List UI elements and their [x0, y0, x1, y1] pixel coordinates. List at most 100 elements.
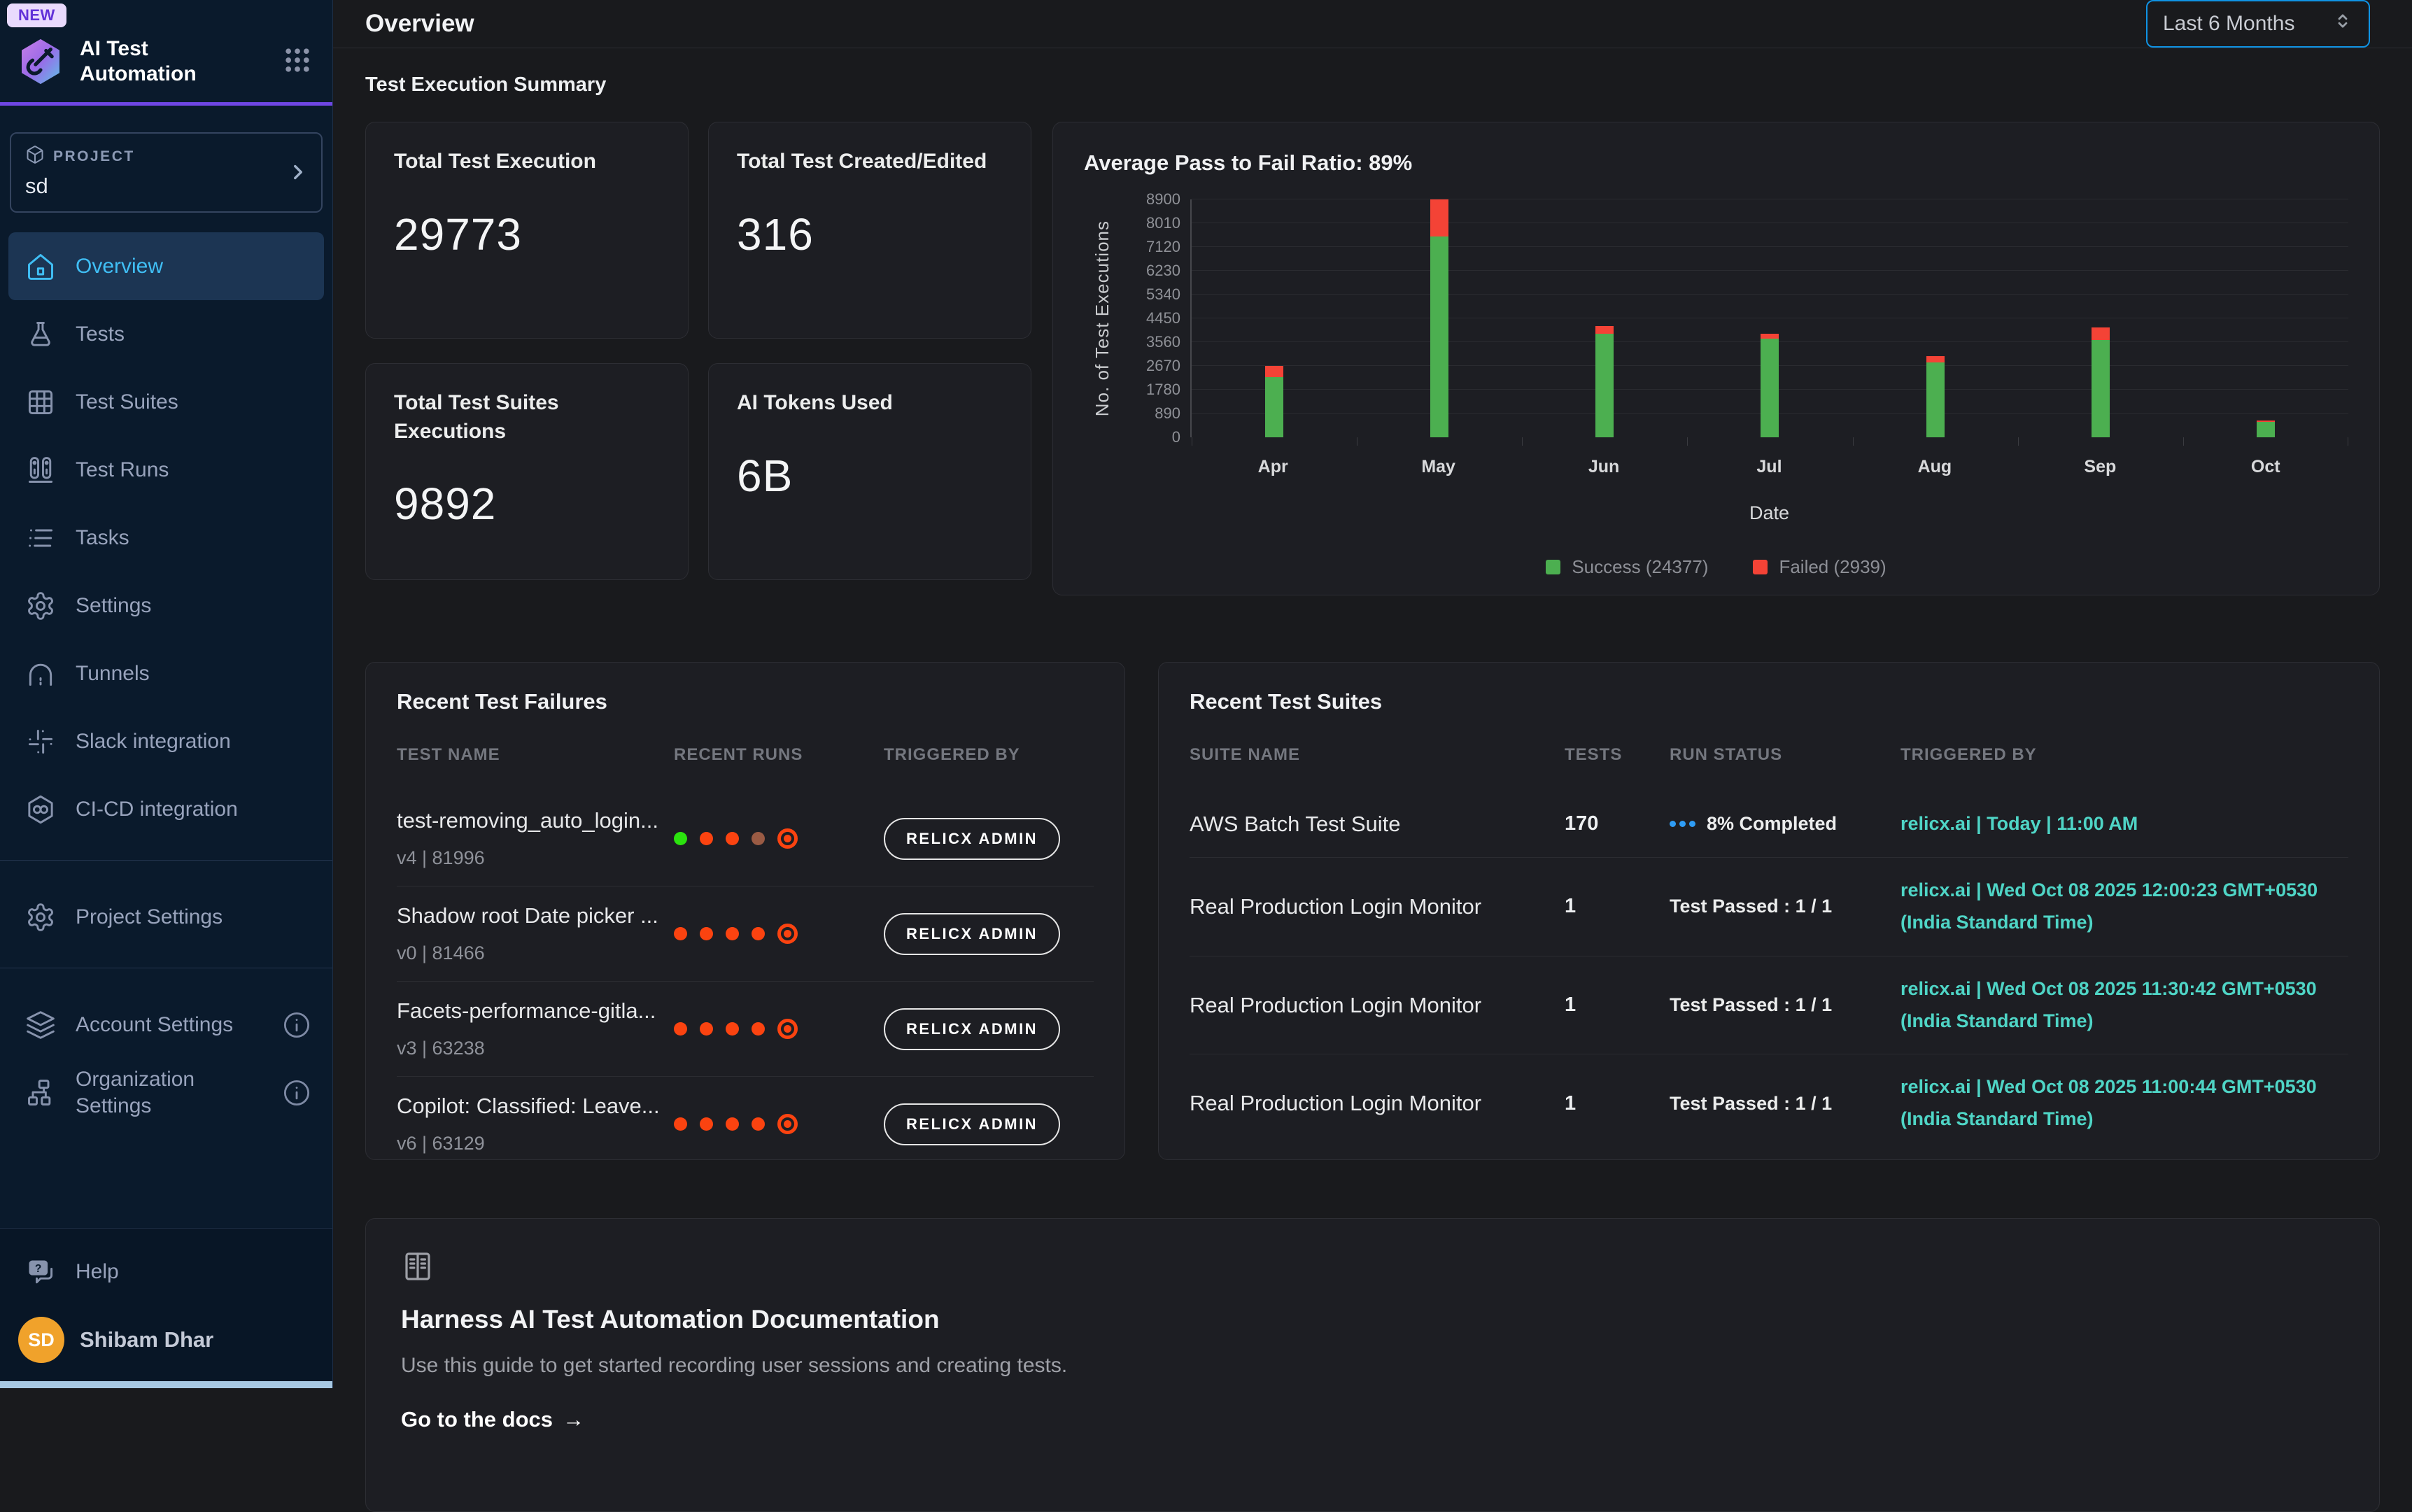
time-range-select[interactable]: Last 6 Months	[2146, 0, 2370, 48]
failure-row[interactable]: Copilot: Classified: Leave... v6 | 63129 R…	[397, 1076, 1094, 1160]
test-name-cell: test-removing_auto_login...v4 | 81996	[397, 808, 674, 869]
user-menu[interactable]: SD Shibam Dhar	[0, 1303, 332, 1377]
info-icon[interactable]	[282, 1010, 311, 1040]
test-version-id: v3 | 63238	[397, 1038, 674, 1059]
bar-failed-may[interactable]	[1430, 199, 1448, 236]
failure-row[interactable]: Shadow root Date picker ...v0 | 81466REL…	[397, 886, 1094, 981]
latest-run-indicator[interactable]	[777, 1019, 798, 1039]
project-selector[interactable]: PROJECT sd	[10, 132, 323, 213]
sidebar-item-tasks[interactable]: Tasks	[0, 504, 332, 572]
failure-row[interactable]: test-removing_auto_login...v4 | 81996 REL…	[397, 791, 1094, 886]
run-dot-red[interactable]	[674, 927, 687, 940]
go-to-docs-link[interactable]: Go to the docs →	[401, 1407, 584, 1432]
bar-success-apr[interactable]	[1265, 377, 1283, 437]
run-dot-green[interactable]	[674, 832, 687, 845]
sidebar-item-help[interactable]: ? Help	[0, 1241, 332, 1303]
suite-triggered-by[interactable]: relicx.ai | Today | 11:00 AM	[1900, 808, 2348, 840]
run-dot-red[interactable]	[752, 1022, 765, 1036]
suite-row[interactable]: Real Production Login Monitor1Test Passe…	[1190, 956, 2348, 1054]
page-title: Overview	[365, 10, 474, 38]
sidebar-item-label: Project Settings	[76, 904, 321, 931]
sidebar-item-test-suites[interactable]: Test Suites	[0, 368, 332, 436]
triggered-by-button[interactable]: RELICX ADMIN	[884, 818, 1060, 860]
sidebar-item-account-settings[interactable]: Account Settings	[0, 991, 332, 1059]
sidebar-item-slack-integration[interactable]: Slack integration	[0, 707, 332, 775]
sidebar-item-test-runs[interactable]: Test Runs	[0, 436, 332, 504]
failures-title: Recent Test Failures	[397, 689, 1094, 714]
suite-triggered-by[interactable]: relicx.ai | Wed Oct 08 2025 12:00:23 GMT…	[1900, 875, 2348, 939]
bar-failed-aug[interactable]	[1926, 356, 1945, 362]
cicd-icon	[25, 794, 56, 825]
bar-success-sep[interactable]	[2092, 340, 2110, 437]
legend-failed[interactable]: Failed (2939)	[1753, 556, 1886, 578]
run-dot-red[interactable]	[674, 1117, 687, 1131]
suite-run-status: Test Passed : 1 / 1	[1670, 896, 1900, 917]
run-dot-red[interactable]	[700, 832, 713, 845]
triggered-by-button[interactable]: RELICX ADMIN	[884, 1103, 1060, 1145]
sidebar-item-label: Tasks	[76, 525, 321, 551]
latest-run-indicator[interactable]	[777, 1114, 798, 1134]
run-dot-red[interactable]	[752, 1117, 765, 1131]
legend-success[interactable]: Success (24377)	[1546, 556, 1708, 578]
triggered-by-button[interactable]: RELICX ADMIN	[884, 913, 1060, 955]
chart-y-axis-label: No. of Test Executions	[1084, 199, 1120, 437]
test-version-id: v6 | 63129	[397, 1133, 674, 1154]
sidebar-item-tunnels[interactable]: Tunnels	[0, 640, 332, 707]
stat-card-label: Total Test Execution	[394, 148, 660, 176]
bar-failed-apr[interactable]	[1265, 366, 1283, 377]
bar-failed-jul[interactable]	[1761, 334, 1779, 339]
bar-success-jul[interactable]	[1761, 339, 1779, 437]
latest-run-indicator[interactable]	[777, 828, 798, 849]
run-dot-red[interactable]	[726, 927, 739, 940]
sidebar-item-settings[interactable]: Settings	[0, 572, 332, 640]
latest-run-indicator[interactable]	[777, 924, 798, 944]
bar-failed-sep[interactable]	[2092, 327, 2110, 341]
sidebar-item-overview[interactable]: Overview	[8, 232, 324, 300]
failure-row[interactable]: Facets-performance-gitla...v3 | 63238REL…	[397, 981, 1094, 1076]
bar-success-oct[interactable]	[2257, 422, 2275, 437]
y-tick-label: 4450	[1146, 309, 1180, 327]
bar-success-aug[interactable]	[1926, 362, 1945, 437]
suite-row[interactable]: Real Production Login Monitor1Test Passe…	[1190, 1054, 2348, 1152]
run-dot-brown[interactable]	[752, 832, 765, 845]
run-dot-red[interactable]	[726, 1117, 739, 1131]
suite-row[interactable]: AWS Batch Test Suite1708% Completedrelic…	[1190, 791, 2348, 857]
info-icon[interactable]	[282, 1078, 311, 1108]
chart-slot-jun	[1522, 199, 1687, 437]
suite-name: Real Production Login Monitor	[1190, 894, 1565, 919]
test-name: Copilot: Classified: Leave...	[397, 1094, 674, 1119]
suite-triggered-by[interactable]: relicx.ai | Wed Oct 08 2025 11:30:42 GMT…	[1900, 973, 2348, 1038]
run-dot-red[interactable]	[726, 1022, 739, 1036]
project-name: sd	[25, 174, 307, 199]
run-dot-red[interactable]	[700, 927, 713, 940]
run-dot-red[interactable]	[700, 1022, 713, 1036]
bar-success-jun[interactable]	[1595, 334, 1614, 437]
sidebar-item-project-settings[interactable]: Project Settings	[0, 883, 332, 951]
run-status-text: Test Passed : 1 / 1	[1670, 994, 1832, 1016]
apps-grid-icon[interactable]	[282, 45, 313, 79]
triggered-by-button[interactable]: RELICX ADMIN	[884, 1008, 1060, 1050]
loading-dots-icon	[1670, 821, 1695, 827]
run-dot-red[interactable]	[752, 927, 765, 940]
suite-triggered-by[interactable]: relicx.ai | Wed Oct 08 2025 11:00:44 GMT…	[1900, 1071, 2348, 1136]
bar-success-may[interactable]	[1430, 236, 1448, 437]
gear-icon	[25, 591, 56, 621]
bar-failed-jun[interactable]	[1595, 326, 1614, 334]
chart-slot-jul	[1687, 199, 1852, 437]
stat-card-total-test-execution: Total Test Execution29773	[365, 122, 689, 339]
test-name-cell: Copilot: Classified: Leave... v6 | 63129	[397, 1094, 674, 1154]
chart-y-ticks: 0890178026703560445053406230712080108900	[1120, 199, 1190, 437]
gear-icon	[25, 902, 56, 933]
suite-row[interactable]: Real Production Login Monitor1Test Passe…	[1190, 857, 2348, 956]
run-dot-red[interactable]	[726, 832, 739, 845]
suite-run-status: Test Passed : 1 / 1	[1670, 994, 1900, 1016]
run-dot-red[interactable]	[674, 1022, 687, 1036]
sidebar-item-tests[interactable]: Tests	[0, 300, 332, 368]
x-tick-oct: Oct	[2183, 457, 2348, 477]
bottom-scrollbar[interactable]	[0, 1381, 332, 1388]
sidebar-item-organization-settings[interactable]: Organization Settings	[0, 1059, 332, 1126]
suites-table-header: SUITE NAMETESTSRUN STATUSTRIGGERED BY	[1190, 738, 2348, 791]
run-dot-red[interactable]	[700, 1117, 713, 1131]
bar-failed-oct[interactable]	[2257, 421, 2275, 423]
sidebar-item-ci-cd-integration[interactable]: CI-CD integration	[0, 775, 332, 843]
